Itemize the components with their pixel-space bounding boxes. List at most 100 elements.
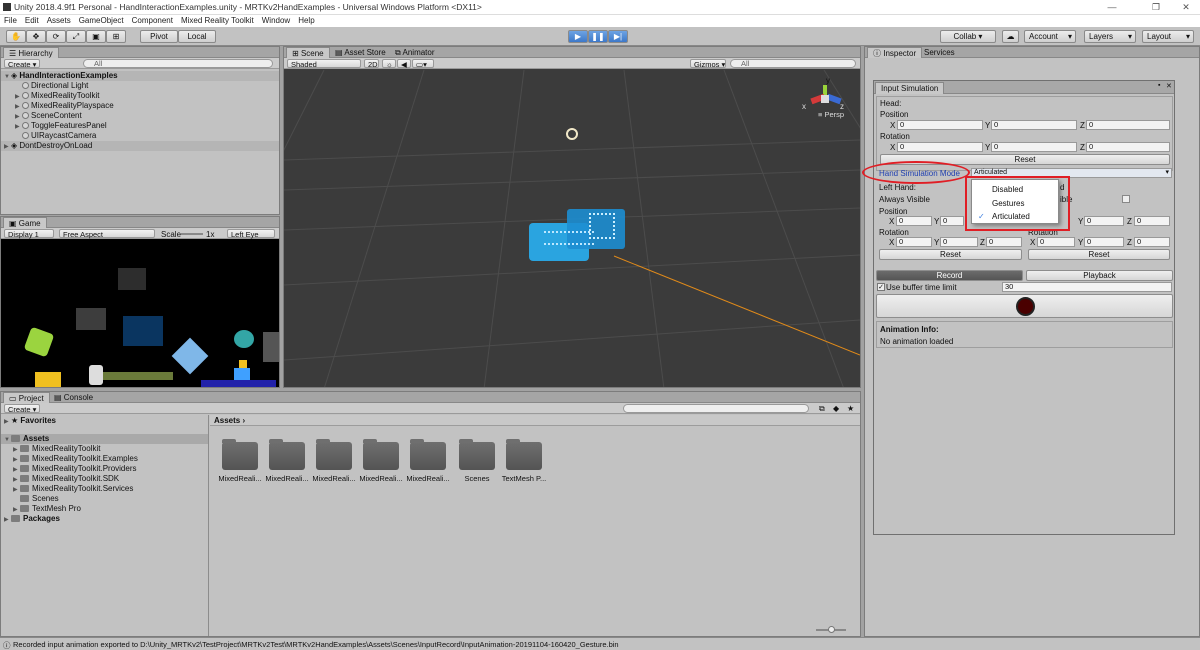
folder-tile[interactable] xyxy=(459,439,495,470)
favorite-star-icon[interactable]: ★ xyxy=(847,404,854,413)
right-always-visible-checkbox[interactable] xyxy=(1122,195,1130,203)
display-dropdown[interactable]: Display 1 xyxy=(4,229,54,239)
account-dropdown[interactable]: Account ▾ xyxy=(1024,30,1076,43)
directional-light-sun-icon[interactable] xyxy=(562,124,582,144)
folder-tile[interactable] xyxy=(316,439,352,470)
left-rotation-y[interactable]: 0 xyxy=(940,237,978,247)
pivot-button[interactable]: Pivot xyxy=(140,30,178,43)
tab-project[interactable]: ▭ Project xyxy=(3,392,50,403)
folder-tile[interactable] xyxy=(222,439,258,470)
tab-input-simulation[interactable]: Input Simulation xyxy=(875,82,945,94)
close-button[interactable]: ✕ xyxy=(1172,1,1200,13)
layout-dropdown[interactable]: Layout ▾ xyxy=(1142,30,1194,43)
game-viewport[interactable] xyxy=(1,240,279,387)
tab-inspector[interactable]: ⓘ Inspector xyxy=(867,47,923,58)
step-button[interactable]: ▶| xyxy=(608,30,628,43)
favorites-node[interactable]: ▶ ★ Favorites xyxy=(4,416,56,426)
tree-item[interactable]: ▶ SceneContent xyxy=(15,111,82,121)
scale-tool-button[interactable]: ⤢ xyxy=(66,30,86,43)
use-buffer-checkbox[interactable]: ✓ xyxy=(877,283,885,291)
scale-slider[interactable] xyxy=(181,233,203,235)
project-tree-item[interactable]: ▶ MixedRealityToolkit.Providers xyxy=(13,464,136,474)
left-rotation-x[interactable]: 0 xyxy=(896,237,932,247)
play-button[interactable]: ▶ xyxy=(568,30,588,43)
folder-tile[interactable] xyxy=(269,439,305,470)
menu-assets[interactable]: Assets xyxy=(43,15,75,27)
collab-button[interactable]: Collab ▾ xyxy=(940,30,996,43)
assets-node[interactable]: ▼ Assets xyxy=(4,434,49,444)
tree-item[interactable]: Directional Light xyxy=(15,81,88,91)
head-rotation-y[interactable]: 0 xyxy=(991,142,1077,152)
minimize-button[interactable]: — xyxy=(1098,1,1126,13)
head-position-x[interactable]: 0 xyxy=(897,120,983,130)
right-reset-button[interactable]: Reset xyxy=(1028,249,1170,260)
tab-game[interactable]: ▣ Game xyxy=(3,217,47,228)
hand-tool-button[interactable]: ✋ xyxy=(6,30,26,43)
menu-help[interactable]: Help xyxy=(294,15,318,27)
window-close-icon[interactable]: ✕ xyxy=(1166,82,1172,90)
filter-label-icon[interactable]: ◆ xyxy=(833,404,839,413)
packages-node[interactable]: ▶ Packages xyxy=(4,514,60,524)
playback-tab-button[interactable]: Playback xyxy=(1026,270,1173,281)
buffer-time-input[interactable]: 30 xyxy=(1002,282,1172,292)
project-tree-item[interactable]: ▶ TextMesh Pro xyxy=(13,504,81,514)
tab-scene[interactable]: ⊞ Scene xyxy=(286,47,330,58)
folder-tile[interactable] xyxy=(506,439,542,470)
shaded-dropdown[interactable]: Shaded xyxy=(287,59,361,69)
tab-asset-store[interactable]: ▤ Asset Store xyxy=(330,47,391,58)
audio-toggle[interactable]: ◀ xyxy=(397,59,411,69)
menu-component[interactable]: Component xyxy=(128,15,177,27)
tree-item[interactable]: ▶ ToggleFeaturesPanel xyxy=(15,121,107,131)
filter-type-icon[interactable]: ⧉ xyxy=(819,404,825,414)
breadcrumb-assets[interactable]: Assets › xyxy=(214,416,245,425)
tree-item[interactable]: ▶ MixedRealityToolkit xyxy=(15,91,99,101)
local-button[interactable]: Local xyxy=(178,30,216,43)
tree-scene-root[interactable]: ▼◈ HandInteractionExamples xyxy=(4,71,118,81)
hand-object-cluster[interactable] xyxy=(529,205,625,267)
scene-viewport[interactable]: y x z ≡ Persp xyxy=(284,70,860,387)
move-tool-button[interactable]: ✥ xyxy=(26,30,46,43)
project-tree-item[interactable]: ▶ MixedRealityToolkit.Services xyxy=(13,484,133,494)
window-menu-icon[interactable]: ▪ xyxy=(1158,82,1160,89)
hierarchy-create-button[interactable]: Create ▾ xyxy=(4,59,41,69)
menu-gameobject[interactable]: GameObject xyxy=(75,15,128,27)
icon-size-slider-thumb[interactable] xyxy=(828,626,835,633)
folder-tile[interactable] xyxy=(410,439,446,470)
rotate-tool-button[interactable]: ⟳ xyxy=(46,30,66,43)
transform-tool-button[interactable]: ⊞ xyxy=(106,30,126,43)
tab-animator[interactable]: ⧉ Animator xyxy=(390,47,440,58)
right-position-y[interactable]: 0 xyxy=(1084,216,1124,226)
right-rotation-z[interactable]: 0 xyxy=(1134,237,1170,247)
status-message[interactable]: Recorded input animation exported to D:\… xyxy=(13,640,619,649)
record-tab-button[interactable]: Record xyxy=(876,270,1023,281)
tree-item[interactable]: ▶ MixedRealityPlayspace xyxy=(15,101,114,111)
project-tree-item[interactable]: ▶ MixedRealityToolkit.SDK xyxy=(13,474,119,484)
left-position-x[interactable]: 0 xyxy=(896,216,932,226)
aspect-dropdown[interactable]: Free Aspect xyxy=(59,229,155,239)
eye-dropdown[interactable]: Left Eye xyxy=(227,229,275,239)
hierarchy-search-input[interactable]: All xyxy=(83,59,273,68)
project-tree-item[interactable]: Scenes xyxy=(13,494,59,504)
mode-2d-toggle[interactable]: 2D xyxy=(364,59,379,69)
tab-services[interactable]: Services xyxy=(919,47,960,58)
persp-label[interactable]: ≡ Persp xyxy=(818,110,844,119)
project-search-input[interactable] xyxy=(623,404,809,413)
left-reset-button[interactable]: Reset xyxy=(879,249,1022,260)
menu-window[interactable]: Window xyxy=(258,15,294,27)
orientation-gizmo[interactable]: y x z ≡ Persp xyxy=(798,76,848,120)
layers-dropdown[interactable]: Layers ▾ xyxy=(1084,30,1136,43)
head-position-z[interactable]: 0 xyxy=(1086,120,1170,130)
right-rotation-x[interactable]: 0 xyxy=(1037,237,1075,247)
right-rotation-y[interactable]: 0 xyxy=(1084,237,1124,247)
tab-hierarchy[interactable]: ☰ Hierarchy xyxy=(3,47,59,58)
left-position-y[interactable]: 0 xyxy=(940,216,964,226)
tree-dontdestroy[interactable]: ▶ ◈ DontDestroyOnLoad xyxy=(4,141,92,151)
project-tree-item[interactable]: ▶ MixedRealityToolkit xyxy=(13,444,100,454)
maximize-button[interactable]: ❐ xyxy=(1142,1,1170,13)
head-rotation-z[interactable]: 0 xyxy=(1086,142,1170,152)
folder-tile[interactable] xyxy=(363,439,399,470)
head-rotation-x[interactable]: 0 xyxy=(897,142,983,152)
cloud-button[interactable]: ☁ xyxy=(1002,30,1019,43)
rect-tool-button[interactable]: ▣ xyxy=(86,30,106,43)
pause-button[interactable]: ❚❚ xyxy=(588,30,608,43)
